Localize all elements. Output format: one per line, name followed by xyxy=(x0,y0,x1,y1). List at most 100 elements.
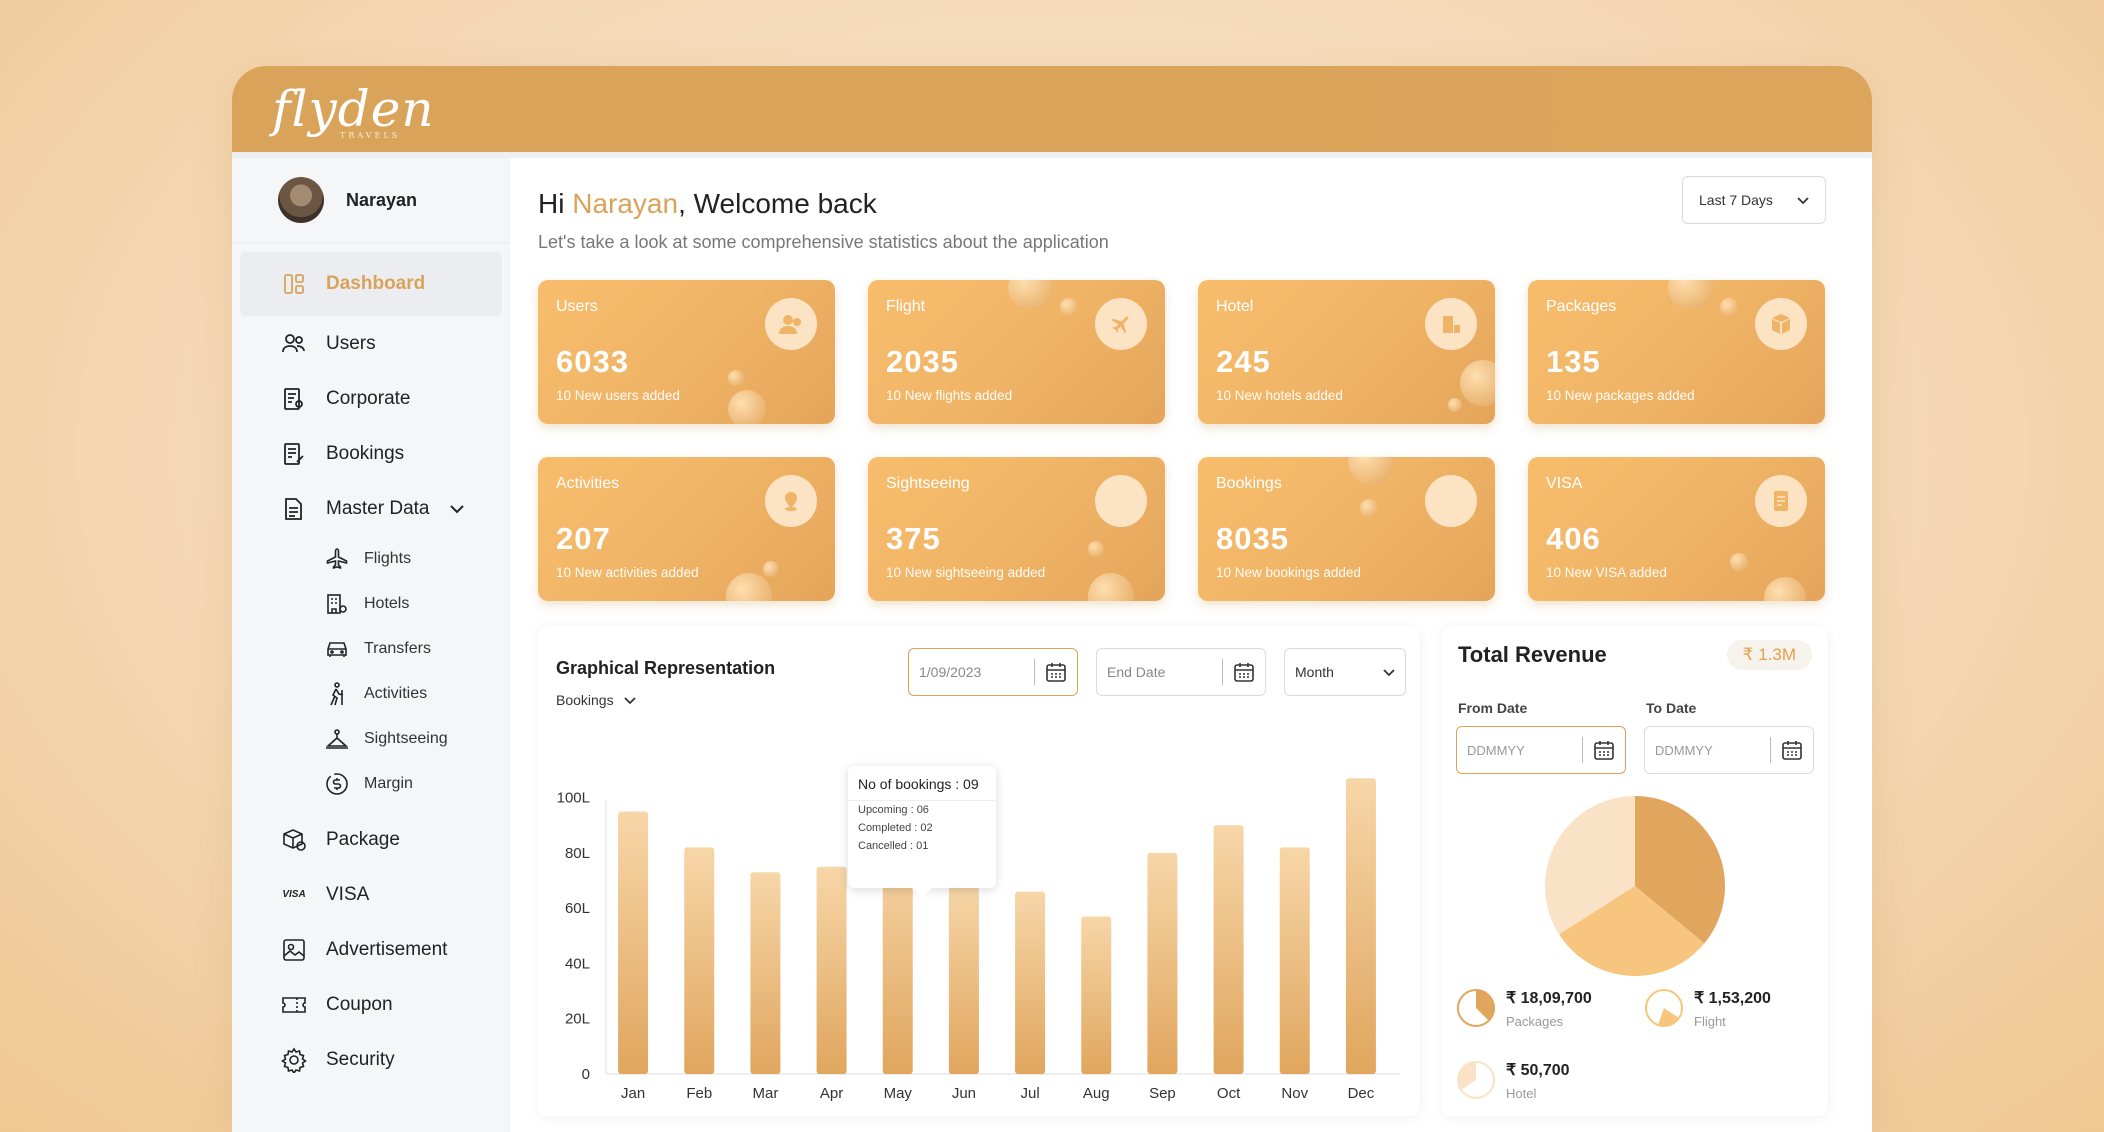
sidebar-subitem-activities[interactable]: Activities xyxy=(232,671,510,716)
bar-nov[interactable] xyxy=(1279,847,1310,1074)
location-pin-icon xyxy=(765,475,817,527)
sidebar-item-advertisement[interactable]: Advertisement xyxy=(232,922,510,977)
sightseeing-icon xyxy=(1095,475,1147,527)
sidebar-item-security[interactable]: Security xyxy=(232,1032,510,1087)
package-icon xyxy=(280,826,308,854)
chevron-down-icon[interactable] xyxy=(449,498,465,520)
sidebar-item-package[interactable]: Package xyxy=(232,812,510,867)
revenue-panel: Total Revenue ₹ 1.3M From Date To Date D… xyxy=(1442,626,1828,1116)
coupon-icon xyxy=(280,991,308,1019)
graph-panel: Graphical Representation Bookings 1/09/2… xyxy=(538,626,1420,1116)
card-value: 406 xyxy=(1546,521,1601,556)
sidebar-item-master-data[interactable]: Master Data xyxy=(232,481,510,536)
card-note: 10 New activities added xyxy=(556,565,699,580)
passport-icon xyxy=(1755,475,1807,527)
card-value: 2035 xyxy=(886,344,959,379)
advertisement-icon xyxy=(280,936,308,964)
dashboard-icon xyxy=(280,270,308,298)
app-window: flyden TRAVELS Narayan Dashboard Users Co… xyxy=(232,66,1872,1132)
stat-card-sightseeing[interactable]: Sightseeing 375 10 New sightseeing added xyxy=(868,457,1165,601)
stat-card-flight[interactable]: Flight 2035 10 New flights added xyxy=(868,280,1165,424)
card-note: 10 New bookings added xyxy=(1216,565,1361,580)
x-tick-label: Jan xyxy=(621,1085,645,1102)
sidebar-subitem-margin[interactable]: Margin xyxy=(232,761,510,806)
sidebar-item-label: Master Data xyxy=(326,497,430,519)
plane-icon xyxy=(324,546,350,572)
stat-card-visa[interactable]: VISA 406 10 New VISA added xyxy=(1528,457,1825,601)
card-value: 207 xyxy=(556,521,611,556)
bar-jul[interactable] xyxy=(1015,891,1046,1074)
mini-pie-icon xyxy=(1645,989,1683,1027)
sidebar: Narayan Dashboard Users Corporate Bookin… xyxy=(232,158,510,1132)
sidebar-item-label: Advertisement xyxy=(326,938,448,960)
card-note: 10 New sightseeing added xyxy=(886,565,1046,580)
bar-dec[interactable] xyxy=(1345,778,1376,1074)
sidebar-subitem-label: Flights xyxy=(364,549,412,567)
sidebar-subitem-flights[interactable]: Flights xyxy=(232,536,510,581)
x-tick-label: Jun xyxy=(952,1085,976,1102)
bar-jan[interactable] xyxy=(618,811,649,1074)
card-value: 135 xyxy=(1546,344,1601,379)
bar-aug[interactable] xyxy=(1081,916,1112,1074)
revenue-amount: ₹ 50,700 xyxy=(1506,1062,1570,1079)
sidebar-subitem-hotels[interactable]: Hotels xyxy=(232,581,510,626)
sidebar-item-corporate[interactable]: Corporate xyxy=(232,371,510,426)
y-tick-label: 100L xyxy=(557,790,590,807)
sidebar-subitem-label: Activities xyxy=(364,684,428,702)
mini-pie-icon xyxy=(1457,989,1495,1027)
user-profile[interactable]: Narayan xyxy=(232,158,510,244)
stat-card-bookings[interactable]: Bookings 8035 10 New bookings added xyxy=(1198,457,1495,601)
sidebar-subitem-transfers[interactable]: Transfers xyxy=(232,626,510,671)
date-range-select[interactable]: Last 7 Days xyxy=(1682,176,1826,224)
x-tick-label: May xyxy=(884,1085,913,1102)
tooltip-row: Upcoming : 06 xyxy=(858,804,929,816)
bar-oct[interactable] xyxy=(1213,825,1244,1074)
sidebar-subitem-label: Margin xyxy=(364,774,413,792)
x-tick-label: Jul xyxy=(1020,1085,1039,1102)
stat-card-packages[interactable]: Packages 135 10 New packages added xyxy=(1528,280,1825,424)
card-note: 10 New hotels added xyxy=(1216,388,1343,403)
card-note: 10 New packages added xyxy=(1546,388,1695,403)
bookings-icon xyxy=(280,440,308,468)
user-name: Narayan xyxy=(346,189,418,210)
top-bar: flyden TRAVELS xyxy=(232,66,1872,158)
stat-card-users[interactable]: Users 6033 10 New users added xyxy=(538,280,835,424)
bar-feb[interactable] xyxy=(684,847,715,1074)
sidebar-item-bookings[interactable]: Bookings xyxy=(232,426,510,481)
sidebar-item-label: Corporate xyxy=(326,387,411,409)
bar-apr[interactable] xyxy=(816,866,847,1074)
hotel-icon xyxy=(324,591,350,617)
card-value: 8035 xyxy=(1216,521,1289,556)
revenue-label: Packages xyxy=(1506,1014,1564,1029)
stat-card-activities[interactable]: Activities 207 10 New activities added xyxy=(538,457,835,601)
sidebar-item-visa[interactable]: VISA VISA xyxy=(232,867,510,922)
bar-mar[interactable] xyxy=(750,872,781,1074)
bookings-icon xyxy=(1425,475,1477,527)
y-tick-label: 40L xyxy=(565,955,590,972)
y-tick-label: 20L xyxy=(565,1011,590,1028)
sidebar-item-users[interactable]: Users xyxy=(232,316,510,371)
revenue-pie-chart xyxy=(1545,796,1725,976)
sidebar-subitem-label: Transfers xyxy=(364,639,431,657)
sidebar-item-dashboard[interactable]: Dashboard xyxy=(240,252,502,316)
hiking-icon xyxy=(324,681,350,707)
stat-card-hotel[interactable]: Hotel 245 10 New hotels added xyxy=(1198,280,1495,424)
card-note: 10 New users added xyxy=(556,388,680,403)
card-value: 375 xyxy=(886,521,941,556)
greeting-name: Narayan xyxy=(572,188,679,219)
x-tick-label: Mar xyxy=(752,1085,778,1102)
bar-jun[interactable] xyxy=(948,883,979,1074)
bar-sep[interactable] xyxy=(1147,852,1178,1074)
sidebar-subitem-sightseeing[interactable]: Sightseeing xyxy=(232,716,510,761)
card-value: 6033 xyxy=(556,344,629,379)
sightseeing-icon xyxy=(324,726,350,752)
main-content: Hi Narayan, Welcome back Let's take a lo… xyxy=(510,158,1872,1132)
sidebar-item-label: Dashboard xyxy=(326,273,426,294)
revenue-label: Hotel xyxy=(1506,1086,1537,1101)
brand-logo[interactable]: flyden TRAVELS xyxy=(272,84,435,140)
master-data-icon xyxy=(280,495,308,523)
x-tick-label: Nov xyxy=(1281,1085,1308,1102)
car-icon xyxy=(324,636,350,662)
sidebar-nav: Dashboard Users Corporate Bookings Maste… xyxy=(232,244,510,1087)
sidebar-item-coupon[interactable]: Coupon xyxy=(232,977,510,1032)
